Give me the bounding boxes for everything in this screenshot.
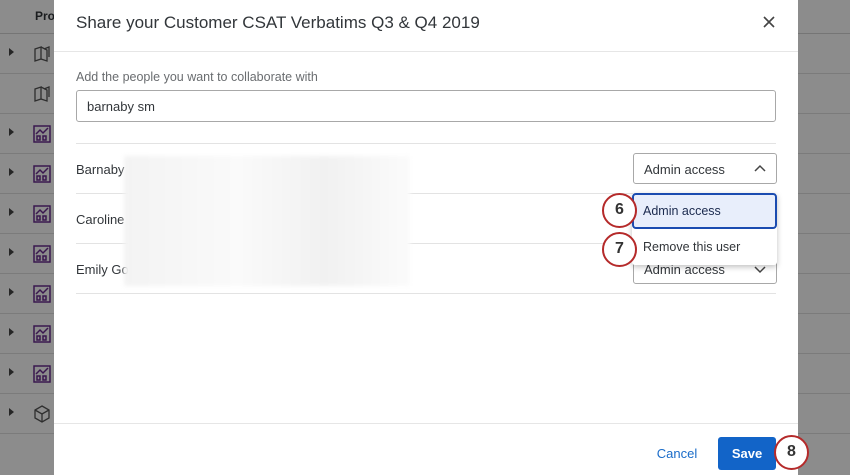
menu-item-admin-access[interactable]: Admin access xyxy=(632,193,777,229)
collaborator-name: Barnaby xyxy=(76,162,125,177)
people-search-input[interactable] xyxy=(76,90,776,122)
add-people-label: Add the people you want to collaborate w… xyxy=(76,70,318,84)
cancel-button[interactable]: Cancel xyxy=(652,437,702,469)
chevron-up-icon xyxy=(754,164,766,172)
collaborator-name: Emily Go xyxy=(76,262,129,277)
close-icon[interactable] xyxy=(760,13,778,31)
access-level-select[interactable]: Admin access xyxy=(633,153,777,184)
redacted-email-blur xyxy=(124,156,410,286)
collaborator-name: Caroline xyxy=(76,212,125,227)
menu-item-remove-user[interactable]: Remove this user xyxy=(632,229,777,265)
menu-item-label: Admin access xyxy=(643,204,721,218)
dialog-title: Share your Customer CSAT Verbatims Q3 & … xyxy=(76,13,480,32)
menu-item-label: Remove this user xyxy=(643,240,741,254)
chevron-down-icon xyxy=(754,266,766,274)
step-callout: 8 xyxy=(774,435,809,470)
step-callout: 7 xyxy=(602,232,637,267)
save-button[interactable]: Save xyxy=(718,437,776,470)
access-dropdown-menu: Admin access Remove this user xyxy=(632,193,777,265)
footer-divider xyxy=(54,423,798,424)
rows-divider xyxy=(76,293,776,294)
header-divider xyxy=(54,51,798,52)
access-level-value: Admin access xyxy=(644,162,725,177)
step-callout: 6 xyxy=(602,193,637,228)
